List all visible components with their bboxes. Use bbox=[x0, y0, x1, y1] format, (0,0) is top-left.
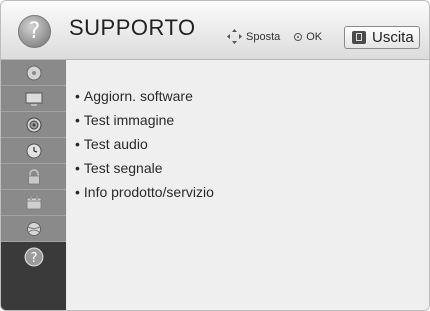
navigation-hints: Sposta OK bbox=[227, 29, 322, 44]
globe-icon bbox=[26, 221, 41, 236]
ok-hint-label: OK bbox=[306, 30, 323, 43]
disc-icon bbox=[26, 65, 41, 80]
clock-icon bbox=[26, 143, 41, 158]
svg-text:?: ? bbox=[30, 251, 37, 266]
sidebar-item-network[interactable] bbox=[1, 216, 66, 242]
calendar-icon bbox=[26, 195, 41, 209]
question-icon: ? bbox=[24, 247, 43, 267]
ok-button-icon bbox=[294, 32, 303, 41]
option-label: Test immagine bbox=[83, 112, 175, 128]
option-picture-test[interactable]: • Test immagine bbox=[75, 108, 214, 132]
sidebar-item-time[interactable] bbox=[1, 138, 66, 164]
exit-button-label: Uscita bbox=[372, 29, 414, 46]
lock-icon bbox=[27, 168, 40, 184]
question-icon: ? bbox=[18, 15, 51, 48]
sidebar-item-support[interactable]: ? bbox=[1, 242, 66, 310]
sidebar-item-lock[interactable] bbox=[1, 164, 66, 190]
option-signal-test[interactable]: • Test segnale bbox=[75, 156, 214, 180]
exit-button[interactable]: Uscita bbox=[344, 26, 420, 49]
menu-header: ? SUPPORTO Sposta OK Uscita bbox=[1, 1, 429, 60]
support-content-panel: • Aggiorn. software • Test immagine • Test … bbox=[67, 60, 429, 310]
speaker-icon bbox=[26, 117, 41, 132]
option-label: Info prodotto/servizio bbox=[83, 184, 214, 200]
sidebar-item-audio[interactable] bbox=[1, 112, 66, 138]
option-product-info[interactable]: • Info prodotto/servizio bbox=[75, 180, 214, 204]
move-arrows-icon bbox=[227, 29, 242, 44]
page-title: SUPPORTO bbox=[69, 15, 196, 40]
support-option-list: • Aggiorn. software • Test immagine • Test … bbox=[75, 84, 214, 204]
sidebar-item-screen[interactable] bbox=[1, 86, 66, 112]
sidebar-item-image[interactable] bbox=[1, 60, 66, 86]
category-sidebar: ? bbox=[1, 60, 66, 310]
option-label: Aggiorn. software bbox=[83, 88, 193, 104]
exit-key-icon bbox=[352, 31, 366, 44]
option-software-update[interactable]: • Aggiorn. software bbox=[75, 84, 214, 108]
sidebar-item-options[interactable] bbox=[1, 190, 66, 216]
option-label: Test segnale bbox=[83, 160, 163, 176]
support-menu-window: ? SUPPORTO Sposta OK Uscita ? • Aggiorn.… bbox=[0, 0, 430, 311]
screen-icon bbox=[25, 92, 42, 106]
option-sound-test[interactable]: • Test audio bbox=[75, 132, 214, 156]
option-label: Test audio bbox=[83, 136, 148, 152]
move-hint-label: Sposta bbox=[246, 30, 281, 43]
